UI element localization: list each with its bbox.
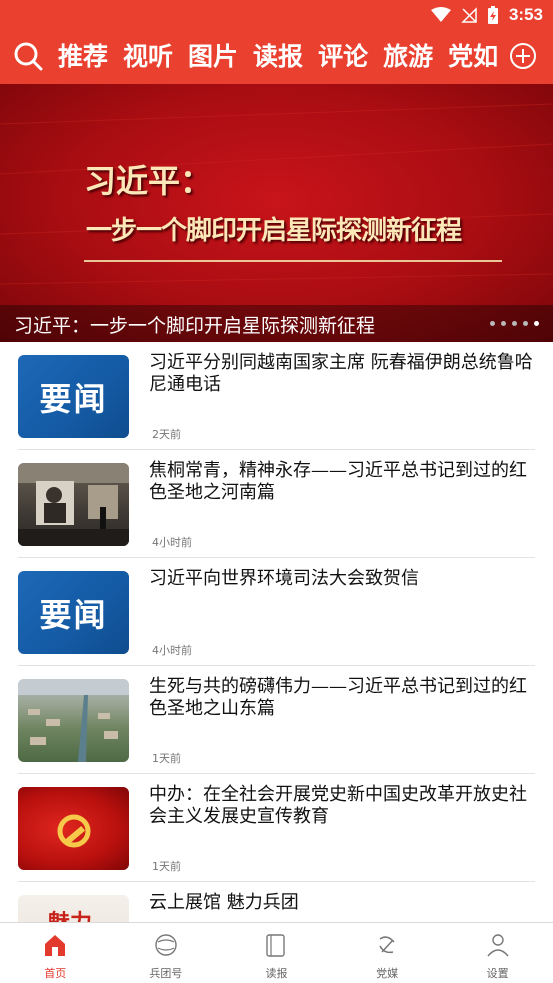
tab-commentary[interactable]: 评论: [318, 30, 368, 84]
bottom-tab-label: 党媒: [376, 967, 399, 980]
pager-dot-active[interactable]: [534, 321, 539, 326]
pager-dot[interactable]: [523, 321, 528, 326]
pager-dot[interactable]: [490, 321, 495, 326]
no-signal-icon: [461, 7, 477, 23]
news-item[interactable]: 生死与共的磅礴伟力——习近平总书记到过的红色圣地之山东篇 1天前: [18, 666, 535, 774]
news-thumbnail: 魅力: [18, 895, 129, 922]
tab-recommend[interactable]: 推荐: [58, 30, 108, 84]
status-bar: 3:53: [0, 0, 553, 30]
battery-charging-icon: [487, 6, 498, 24]
news-item[interactable]: 中办：在全社会开展党史新中国史改革开放史社会主义发展史宣传教育 1天前: [18, 774, 535, 882]
news-time: 4小时前: [152, 536, 192, 549]
bottom-tab-label: 首页: [44, 967, 67, 980]
party-emblem-icon: [379, 936, 395, 954]
add-channel-icon[interactable]: [509, 42, 537, 70]
tab-travel[interactable]: 旅游: [383, 30, 433, 84]
news-time: 1天前: [152, 860, 181, 873]
banner-pager-dots: [490, 321, 539, 326]
tab-video[interactable]: 视听: [123, 30, 173, 84]
status-time: 3:53: [508, 5, 543, 24]
news-thumbnail: [18, 463, 129, 546]
aerial-village-photo: [18, 679, 129, 762]
party-flag-icon: [57, 814, 91, 848]
globe-icon: [155, 934, 177, 956]
news-title: 习近平分别同越南国家主席 阮春福伊朗总统鲁哈尼通电话: [149, 352, 533, 395]
thumbnail-label: 要闻: [39, 595, 108, 634]
wifi-icon: [430, 7, 451, 22]
banner-divider: [84, 260, 502, 262]
thumbnail-label: 要闻: [39, 379, 108, 418]
news-time: 4小时前: [152, 644, 192, 657]
newspaper-icon: [266, 934, 286, 957]
bottom-tab-settings[interactable]: 设置: [442, 923, 553, 983]
thumbnail-label: 魅力: [48, 905, 92, 922]
channel-tabs: 推荐 视听 图片 读报 评论 旅游 党如: [58, 30, 503, 84]
pager-dot[interactable]: [512, 321, 517, 326]
news-title: 习近平向世界环境司法大会致贺信: [149, 568, 419, 589]
news-title: 云上展馆 魅力兵团: [149, 892, 299, 913]
home-icon: [45, 935, 66, 956]
banner-art-subtitle: 一步一个脚印开启星际探测新征程: [86, 216, 462, 246]
museum-photo: [18, 463, 129, 546]
app-root: 3:53 推荐 视听 图片 读报 评论 旅游 党如 习近平： 一步一个脚印开启星际探测新征程: [0, 0, 553, 983]
tab-party[interactable]: 党如: [448, 30, 498, 84]
news-item[interactable]: 焦桐常青，精神永存——习近平总书记到过的红色圣地之河南篇 4小时前: [18, 450, 535, 558]
news-thumbnail: [18, 679, 129, 762]
top-nav: 推荐 视听 图片 读报 评论 旅游 党如: [0, 30, 553, 84]
banner-caption: 习近平：一步一个脚印开启星际探测新征程: [14, 315, 376, 337]
bottom-tab-label: 读报: [265, 967, 288, 980]
news-item[interactable]: 要闻 习近平向世界环境司法大会致贺信 4小时前: [18, 558, 535, 666]
bottom-tab-label: 设置: [486, 967, 509, 980]
news-title: 焦桐常青，精神永存——习近平总书记到过的红色圣地之河南篇: [149, 460, 527, 503]
news-list: 要闻 习近平分别同越南国家主席 阮春福伊朗总统鲁哈尼通电话 2天前 焦桐常青，精…: [0, 342, 553, 922]
banner-art-title: 习近平：: [84, 162, 213, 200]
search-icon[interactable]: [12, 40, 44, 72]
news-time: 2天前: [152, 428, 181, 441]
banner-pattern: [0, 103, 553, 285]
headline-banner[interactable]: 习近平： 一步一个脚印开启星际探测新征程 习近平：一步一个脚印开启星际探测新征程: [0, 84, 553, 342]
status-icons: 3:53: [430, 4, 543, 26]
user-icon: [487, 934, 509, 957]
news-thumbnail: 要闻: [18, 571, 129, 654]
tab-pictures[interactable]: 图片: [188, 30, 238, 84]
news-item[interactable]: 魅力 云上展馆 魅力兵团: [18, 882, 535, 922]
bottom-tab-home[interactable]: 首页: [0, 923, 111, 983]
pager-dot[interactable]: [501, 321, 506, 326]
news-time: 1天前: [152, 752, 181, 765]
bottom-tab-newspaper[interactable]: 读报: [221, 923, 332, 983]
bottom-tab-party-media[interactable]: 党媒: [332, 923, 443, 983]
news-title: 中办：在全社会开展党史新中国史改革开放史社会主义发展史宣传教育: [149, 784, 527, 827]
banner-caption-bar: 习近平：一步一个脚印开启星际探测新征程: [0, 305, 553, 342]
tab-newspaper[interactable]: 读报: [253, 30, 303, 84]
news-item[interactable]: 要闻 习近平分别同越南国家主席 阮春福伊朗总统鲁哈尼通电话 2天前: [18, 342, 535, 450]
bottom-nav: 首页 兵团号 读报 党媒 设置: [0, 922, 553, 983]
bottom-tab-bingtuan[interactable]: 兵团号: [111, 923, 222, 983]
news-thumbnail: [18, 787, 129, 870]
news-thumbnail: 要闻: [18, 355, 129, 438]
news-title: 生死与共的磅礴伟力——习近平总书记到过的红色圣地之山东篇: [149, 676, 527, 719]
bottom-tab-label: 兵团号: [149, 967, 183, 980]
